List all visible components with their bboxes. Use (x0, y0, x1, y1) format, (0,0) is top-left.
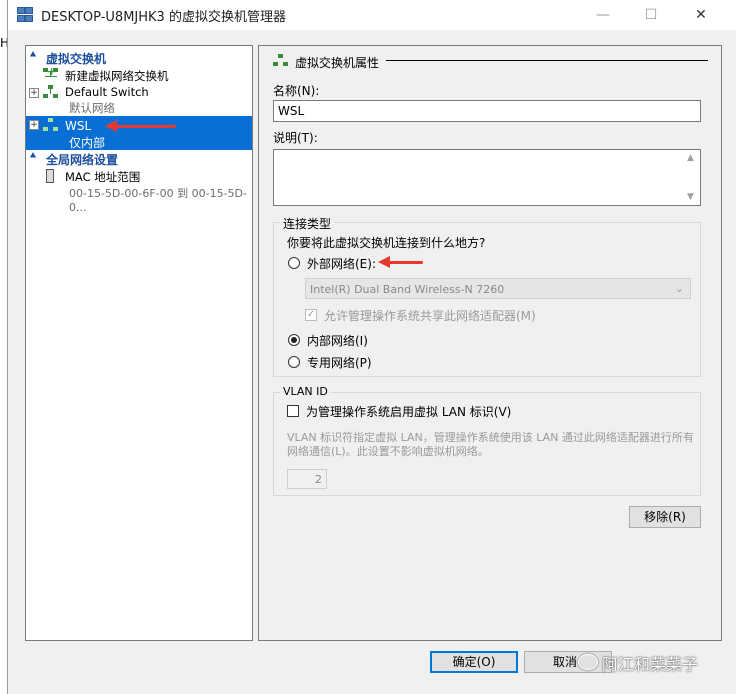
notes-scrollbar[interactable]: ▲ ▼ (684, 150, 700, 205)
cancel-button[interactable]: 取消 (524, 651, 612, 673)
connection-type-legend: 连接类型 (280, 215, 335, 232)
window-title: DESKTOP-U8MJHK3 的虚拟交换机管理器 (41, 9, 286, 25)
private-network-label[interactable]: 专用网络(P) (307, 354, 372, 371)
external-network-radio[interactable] (288, 257, 300, 269)
annotation-arrow (105, 120, 176, 132)
connection-type-group: 连接类型 你要将此虚拟交换机连接到什么地方? 外部网络(E): Intel(R)… (273, 215, 701, 377)
navigation-tree: ⯅ 虚拟交换机 + 新建虚拟网络交换机 + Default Switch 默认网… (25, 45, 253, 641)
ok-button[interactable]: 确定(O) (430, 651, 518, 673)
vlan-enable-checkbox[interactable] (287, 405, 299, 417)
name-input[interactable]: WSL (273, 100, 701, 122)
tree-item-mac-range[interactable]: MAC 地址范围 00-15-5D-00-6F-00 到 00-15-5D-0.… (26, 168, 252, 214)
expand-icon[interactable]: + (29, 120, 39, 130)
name-label: 名称(N): (273, 84, 320, 98)
notes-label: 说明(T): (273, 131, 318, 145)
tree-item-wsl[interactable]: + WSL 仅内部 (26, 116, 252, 150)
annotation-arrow (378, 256, 423, 268)
section-header-global-settings[interactable]: ⯅ 全局网络设置 (26, 151, 252, 167)
tree-item-default-switch[interactable]: + Default Switch 默认网络 (26, 84, 252, 116)
chevron-down-icon: ⌄ (674, 282, 684, 295)
switch-manager-window: DESKTOP-U8MJHK3 的虚拟交换机管理器 — ☐ ✕ ⯅ 虚拟交换机 … (7, 0, 736, 694)
minimize-button[interactable]: — (580, 0, 626, 30)
tree-item-new-switch[interactable]: + 新建虚拟网络交换机 (26, 65, 252, 83)
switch-icon (43, 118, 59, 132)
allow-mgmt-label[interactable]: 允许管理操作系统共享此网络适配器(M) (324, 307, 536, 324)
vlan-legend: VLAN ID (280, 385, 331, 398)
mac-range-icon (46, 169, 54, 183)
switch-icon (273, 54, 289, 68)
background-window-fragment: H (0, 36, 10, 50)
group-divider (386, 60, 708, 61)
allow-mgmt-checkbox[interactable]: ✓ (305, 309, 317, 321)
title-bar: DESKTOP-U8MJHK3 的虚拟交换机管理器 — ☐ ✕ (8, 0, 736, 30)
remove-button[interactable]: 移除(R) (629, 506, 701, 528)
scroll-up-icon[interactable]: ▲ (687, 153, 694, 163)
notes-textarea[interactable]: ▲ ▼ (273, 149, 701, 206)
new-switch-icon: + (43, 65, 59, 82)
vlan-id-input[interactable]: 2 (287, 469, 327, 489)
internal-network-label[interactable]: 内部网络(I) (307, 332, 368, 349)
private-network-radio[interactable] (288, 356, 300, 368)
external-network-label[interactable]: 外部网络(E): (307, 255, 376, 272)
connection-question: 你要将此虚拟交换机连接到什么地方? (287, 236, 486, 250)
close-button[interactable]: ✕ (678, 0, 724, 30)
collapse-chevron-icon[interactable]: ⯅ (29, 50, 37, 61)
wechat-icon (578, 654, 598, 670)
vlan-enable-label[interactable]: 为管理操作系统启用虚拟 LAN 标识(V) (306, 403, 511, 420)
properties-panel: 虚拟交换机属性 名称(N): WSL 说明(T): ▲ ▼ 连接类型 你要将此虚… (258, 45, 722, 641)
switch-icon (43, 85, 59, 99)
switch-manager-icon (17, 7, 33, 23)
network-adapter-select[interactable]: Intel(R) Dual Band Wireless-N 7260 ⌄ (305, 278, 691, 299)
watermark: 阿江和菜菜子 (602, 655, 699, 674)
scroll-down-icon[interactable]: ▼ (687, 192, 694, 202)
vlan-description: VLAN 标识符指定虚拟 LAN，管理操作系统使用该 LAN 通过此网络适配器进… (287, 431, 694, 458)
internal-network-radio[interactable] (288, 334, 300, 346)
maximize-button[interactable]: ☐ (628, 0, 674, 30)
section-header-virtual-switches[interactable]: ⯅ 虚拟交换机 (26, 50, 252, 66)
collapse-chevron-icon[interactable]: ⯅ (29, 151, 37, 162)
vlan-group: VLAN ID 为管理操作系统启用虚拟 LAN 标识(V) VLAN 标识符指定… (273, 385, 701, 496)
expand-icon[interactable]: + (29, 88, 39, 98)
